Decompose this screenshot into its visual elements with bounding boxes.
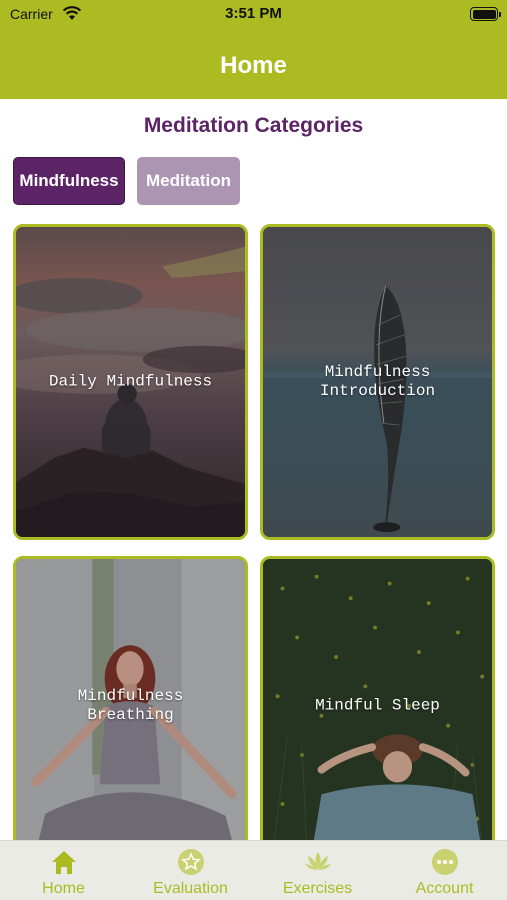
star-circle-icon — [177, 849, 204, 875]
card-title: Mindfulness Breathing — [77, 687, 184, 724]
card-daily-mindfulness[interactable]: Daily Mindfulness — [13, 224, 248, 540]
tab-exercises[interactable]: Exercises — [254, 841, 381, 900]
status-bar: Carrier 3:51 PM — [0, 0, 507, 28]
tab-label: Exercises — [282, 880, 353, 897]
tab-bar: Home Evaluation Exercises Account — [0, 840, 507, 900]
tab-label: Evaluation — [153, 880, 228, 897]
card-mindfulness-introduction[interactable]: Mindfulness Introduction — [260, 224, 495, 540]
card-title: Daily Mindfulness — [48, 372, 213, 391]
home-icon — [51, 851, 76, 874]
tab-evaluation[interactable]: Evaluation — [127, 841, 254, 900]
nav-bar: Home — [0, 28, 507, 99]
tab-label: Home — [42, 880, 85, 897]
card-mindful-sleep[interactable]: Mindful Sleep — [260, 556, 495, 856]
mindfulness-segment-button[interactable]: Mindfulness — [13, 157, 125, 205]
card-mindfulness-breathing[interactable]: Mindfulness Breathing — [13, 556, 248, 856]
status-time: 3:51 PM — [225, 5, 282, 22]
tab-account[interactable]: Account — [381, 841, 507, 900]
lotus-icon — [304, 852, 331, 870]
tab-home[interactable]: Home — [0, 841, 127, 900]
more-circle-icon — [431, 849, 458, 875]
section-title: Meditation Categories — [143, 114, 364, 137]
card-title: Mindful Sleep — [315, 696, 440, 715]
card-title: Mindfulness Introduction — [319, 363, 436, 400]
meditation-segment-button[interactable]: Meditation — [137, 157, 240, 205]
tab-label: Account — [415, 880, 474, 897]
battery-icon — [470, 7, 501, 21]
page-title: Home — [220, 52, 287, 79]
